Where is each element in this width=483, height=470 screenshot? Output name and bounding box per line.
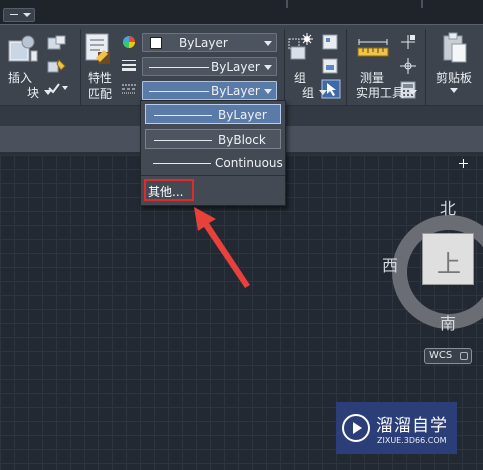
chevron-down-icon — [409, 90, 418, 95]
insert-block-icon[interactable] — [7, 33, 39, 65]
chevron-down-icon — [264, 65, 272, 70]
red-pointer-arrow-icon — [194, 207, 250, 288]
match-properties-icon[interactable] — [84, 32, 112, 66]
chevron-down-icon — [264, 89, 272, 94]
line-preview — [149, 67, 209, 68]
group-icon[interactable] — [287, 33, 315, 63]
play-icon — [342, 414, 370, 442]
quick-access-bar — [0, 0, 483, 24]
chevron-down-icon — [460, 352, 468, 360]
lineweight-combo[interactable]: ByLayer — [142, 57, 277, 76]
linetype-icon[interactable] — [122, 83, 136, 95]
panel-title-block[interactable]: 块 — [27, 84, 53, 101]
watermark-url: ZIXUE.3D66.COM — [377, 436, 447, 445]
chevron-down-icon — [264, 41, 272, 46]
watermark-logo: 溜溜自学 ZIXUE.3D66.COM — [336, 402, 457, 454]
panel-title-utilities-text: 实用工具 — [356, 86, 405, 100]
panel-title-block-text: 块 — [27, 86, 40, 100]
viewcube-face-label: 上 — [437, 250, 461, 278]
quick-select-icon[interactable] — [399, 33, 417, 51]
ungroup-icon[interactable] — [321, 33, 339, 51]
quick-access-dropdown-button[interactable] — [3, 8, 35, 22]
panel-title-clipboard[interactable] — [450, 84, 458, 98]
dropdown-item-continuous[interactable]: Continuous — [145, 153, 283, 173]
dropdown-item-bylayer[interactable]: ByLayer — [145, 104, 281, 124]
clipboard-paste-icon[interactable] — [441, 32, 469, 66]
viewcube-top-face[interactable]: 上 — [422, 233, 474, 285]
line-preview — [154, 140, 212, 141]
panel-title-group[interactable]: 组 — [302, 84, 328, 101]
chevron-down-icon — [319, 90, 328, 95]
compass-west[interactable]: 西 — [382, 252, 398, 276]
linetype-combo[interactable]: ByLayer — [142, 81, 277, 100]
wcs-menu-button[interactable]: WCS — [424, 348, 472, 364]
dropdown-divider — [141, 175, 285, 176]
create-block-icon[interactable] — [47, 35, 67, 51]
lineweight-combo-value: ByLayer — [211, 60, 260, 74]
linetype-dropdown-list: ByLayer ByBlock Continuous 其他... — [140, 100, 286, 206]
watermark-title: 溜溜自学 — [376, 416, 448, 436]
linetype-combo-value: ByLayer — [211, 84, 260, 98]
color-wheel-icon[interactable] — [122, 35, 136, 49]
tab-divider — [421, 0, 423, 8]
point-style-icon[interactable] — [399, 57, 417, 75]
dropdown-other-label: 其他... — [148, 185, 184, 199]
color-combo-value: ByLayer — [179, 36, 228, 50]
color-swatch — [150, 37, 162, 49]
color-combo[interactable]: ByLayer — [142, 33, 277, 52]
lineweight-icon[interactable] — [122, 59, 136, 71]
properties-label[interactable]: 特性 — [88, 69, 112, 86]
dropdown-item-label: ByLayer — [218, 108, 267, 122]
line-preview — [153, 163, 211, 164]
dropdown-item-label: Continuous — [215, 156, 283, 170]
crosshair-icon — [459, 159, 468, 168]
dropdown-item-label: ByBlock — [218, 133, 266, 147]
measure-icon[interactable] — [357, 38, 389, 60]
match-label[interactable]: 匹配 — [88, 85, 112, 102]
compass-south[interactable]: 南 — [440, 310, 456, 334]
dropdown-item-byblock[interactable]: ByBlock — [145, 129, 281, 149]
chevron-down-icon — [450, 88, 458, 93]
compass-north[interactable]: 北 — [440, 195, 456, 219]
chevron-down-icon — [44, 90, 53, 95]
group-edit-icon[interactable] — [321, 57, 339, 75]
line-preview — [154, 115, 212, 116]
wcs-label: WCS — [429, 350, 453, 361]
line-preview — [149, 91, 209, 92]
edit-block-icon[interactable] — [47, 58, 67, 74]
panel-title-group-text: 组 — [302, 86, 315, 100]
dropdown-item-other[interactable]: 其他... — [144, 179, 194, 201]
tab-divider — [286, 0, 288, 8]
panel-title-utilities[interactable]: 实用工具 — [356, 84, 418, 101]
